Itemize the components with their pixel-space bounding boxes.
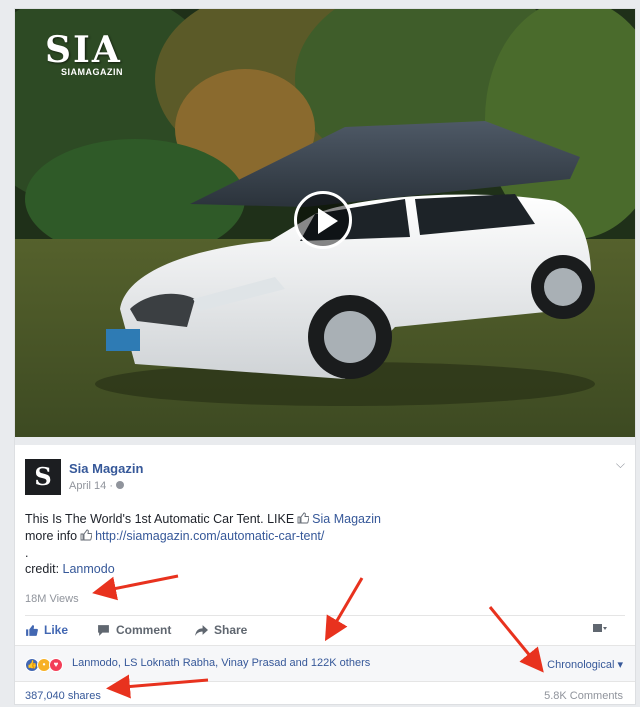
thumbs-up-icon	[297, 512, 310, 524]
divider	[25, 615, 625, 616]
share-label: Share	[214, 623, 248, 637]
post-dot: .	[25, 546, 29, 560]
comment-icon	[98, 624, 109, 636]
love-reaction-icon: ♥	[49, 658, 63, 672]
view-count: 18M Views	[25, 593, 79, 605]
page-avatar[interactable]: S	[25, 459, 61, 495]
globe-icon	[116, 481, 124, 489]
reaction-icons[interactable]: 👍 • ♥	[25, 658, 63, 672]
comment-sort-dropdown[interactable]: Chronological ▾	[547, 658, 623, 671]
audience-selector[interactable]	[593, 623, 607, 633]
page-name-link[interactable]: Sia Magazin	[69, 461, 143, 476]
more-info-text: more info	[25, 529, 78, 543]
share-icon	[195, 624, 208, 636]
chevron-down-icon[interactable]: ⌵	[616, 457, 625, 472]
shares-count[interactable]: 387,040 shares	[25, 690, 101, 702]
share-button[interactable]: Share	[195, 623, 247, 637]
video-player[interactable]: SIA SIAMAGAZIN	[15, 9, 635, 437]
comment-sort-label: Chronological	[547, 659, 615, 671]
like-button[interactable]: Like	[25, 623, 68, 637]
comment-button[interactable]: Comment	[97, 623, 171, 637]
reactions-summary[interactable]: Lanmodo, LS Loknath Rabha, Vinay Prasad …	[72, 657, 370, 669]
post-date[interactable]: April 14 ·	[69, 480, 113, 492]
external-url-link[interactable]: http://siamagazin.com/automatic-car-tent…	[95, 529, 324, 543]
brand-logo: SIA	[45, 29, 122, 71]
play-button[interactable]	[294, 191, 352, 249]
reactions-bar: 👍 • ♥ Lanmodo, LS Loknath Rabha, Vinay P…	[15, 645, 635, 682]
like-icon	[26, 624, 38, 636]
page-mention-link[interactable]: Sia Magazin	[312, 512, 381, 526]
page-selector-icon	[593, 624, 607, 632]
credit-line: credit: Lanmodo	[25, 562, 115, 576]
video-post-card: SIA SIAMAGAZIN S Sia Magazin April 14 · …	[14, 8, 636, 705]
credit-label: credit:	[25, 562, 60, 576]
post-text-line-2: more info http://siamagazin.com/automatic…	[25, 529, 324, 543]
brand-logo-subtitle: SIAMAGAZIN	[61, 67, 123, 77]
divider	[15, 437, 635, 445]
thumbs-up-icon	[80, 529, 93, 541]
like-label: Like	[44, 623, 69, 637]
post-text: This Is The World's 1st Automatic Car Te…	[25, 512, 295, 526]
comments-count[interactable]: 5.8K Comments	[544, 690, 623, 702]
credit-link[interactable]: Lanmodo	[63, 562, 115, 576]
comment-label: Comment	[116, 623, 172, 637]
post-text-line-1: This Is The World's 1st Automatic Car Te…	[25, 512, 381, 526]
